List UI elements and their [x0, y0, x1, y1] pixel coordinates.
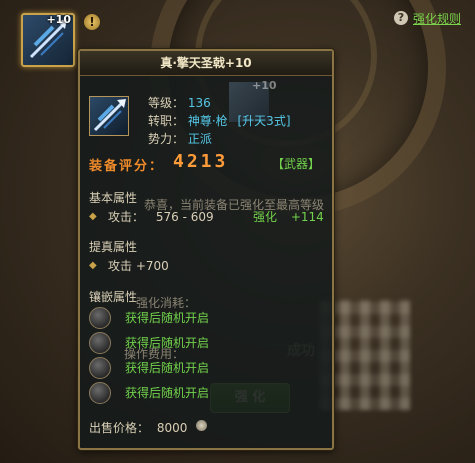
help-icon[interactable]: ?	[394, 11, 408, 25]
job-label: 转职：	[148, 114, 185, 128]
enhance-label: 强化	[253, 210, 278, 224]
empty-socket-icon	[89, 382, 111, 404]
faction-row: 势力： 正派	[148, 130, 212, 147]
true-attack-value: 攻击 +700	[108, 259, 169, 273]
score-value: 4213	[173, 151, 229, 172]
socket-row: 获得后随机开启	[89, 382, 289, 404]
socket-row: 获得后随机开启	[89, 307, 289, 329]
inlay-attributes-header: 镶嵌属性	[89, 290, 138, 304]
job-value: 神尊·枪	[187, 114, 228, 128]
level-value: 136	[187, 96, 211, 110]
socket-text: 获得后随机开启	[125, 311, 210, 325]
enhance-level-badge: +10	[46, 13, 71, 26]
item-type-tag: 【武器】	[272, 157, 321, 171]
ghost-plus: +10	[252, 79, 277, 92]
true-attack-row: 攻击 +700	[108, 257, 169, 274]
socket-text: 获得后随机开启	[125, 386, 210, 400]
socket-row: 获得后随机开启	[89, 332, 289, 354]
basic-attributes-header: 基本属性	[89, 191, 138, 205]
enhance-value: +114	[290, 210, 324, 224]
empty-socket-icon	[89, 307, 111, 329]
item-name: 真·擎天圣戟+10	[80, 51, 332, 76]
price-label: 出售价格：	[89, 421, 150, 435]
bullet-icon: ◆	[89, 260, 97, 271]
item-icon-frame	[89, 96, 129, 136]
bullet-icon: ◆	[89, 211, 97, 222]
attack-label: 攻击：	[108, 210, 145, 224]
empty-socket-icon	[89, 357, 111, 379]
score-label: 装备评分：	[89, 159, 165, 174]
basic-attack-row: 攻击： 576 - 609	[108, 208, 214, 225]
sell-price-row: 出售价格： 8000	[89, 419, 187, 436]
coin-icon	[196, 420, 207, 431]
item-tooltip: 真·擎天圣戟+10 +10 等级： 136 转职： 神尊·枪 [升天3式] 势力…	[78, 49, 334, 450]
warning-icon[interactable]: !	[84, 14, 100, 30]
level-row: 等级： 136	[148, 94, 211, 111]
job-extra: [升天3式]	[237, 114, 291, 128]
empty-socket-icon	[89, 332, 111, 354]
halberd-icon	[93, 99, 126, 132]
equipment-slot[interactable]: +10	[21, 13, 75, 67]
level-label: 等级：	[148, 96, 185, 110]
socket-row: 获得后随机开启	[89, 357, 289, 379]
price-value: 8000	[156, 421, 188, 435]
faction-value: 正派	[187, 132, 212, 146]
socket-text: 获得后随机开启	[125, 361, 210, 375]
faction-label: 势力：	[148, 132, 185, 146]
job-row: 转职： 神尊·枪 [升天3式]	[148, 112, 291, 129]
enhance-rules-link[interactable]: 强化规则	[413, 10, 461, 27]
enhance-row: 强化 +114	[253, 208, 324, 225]
socket-text: 获得后随机开启	[125, 336, 210, 350]
attack-value: 576 - 609	[155, 210, 214, 224]
true-attributes-header: 提真属性	[89, 240, 138, 254]
